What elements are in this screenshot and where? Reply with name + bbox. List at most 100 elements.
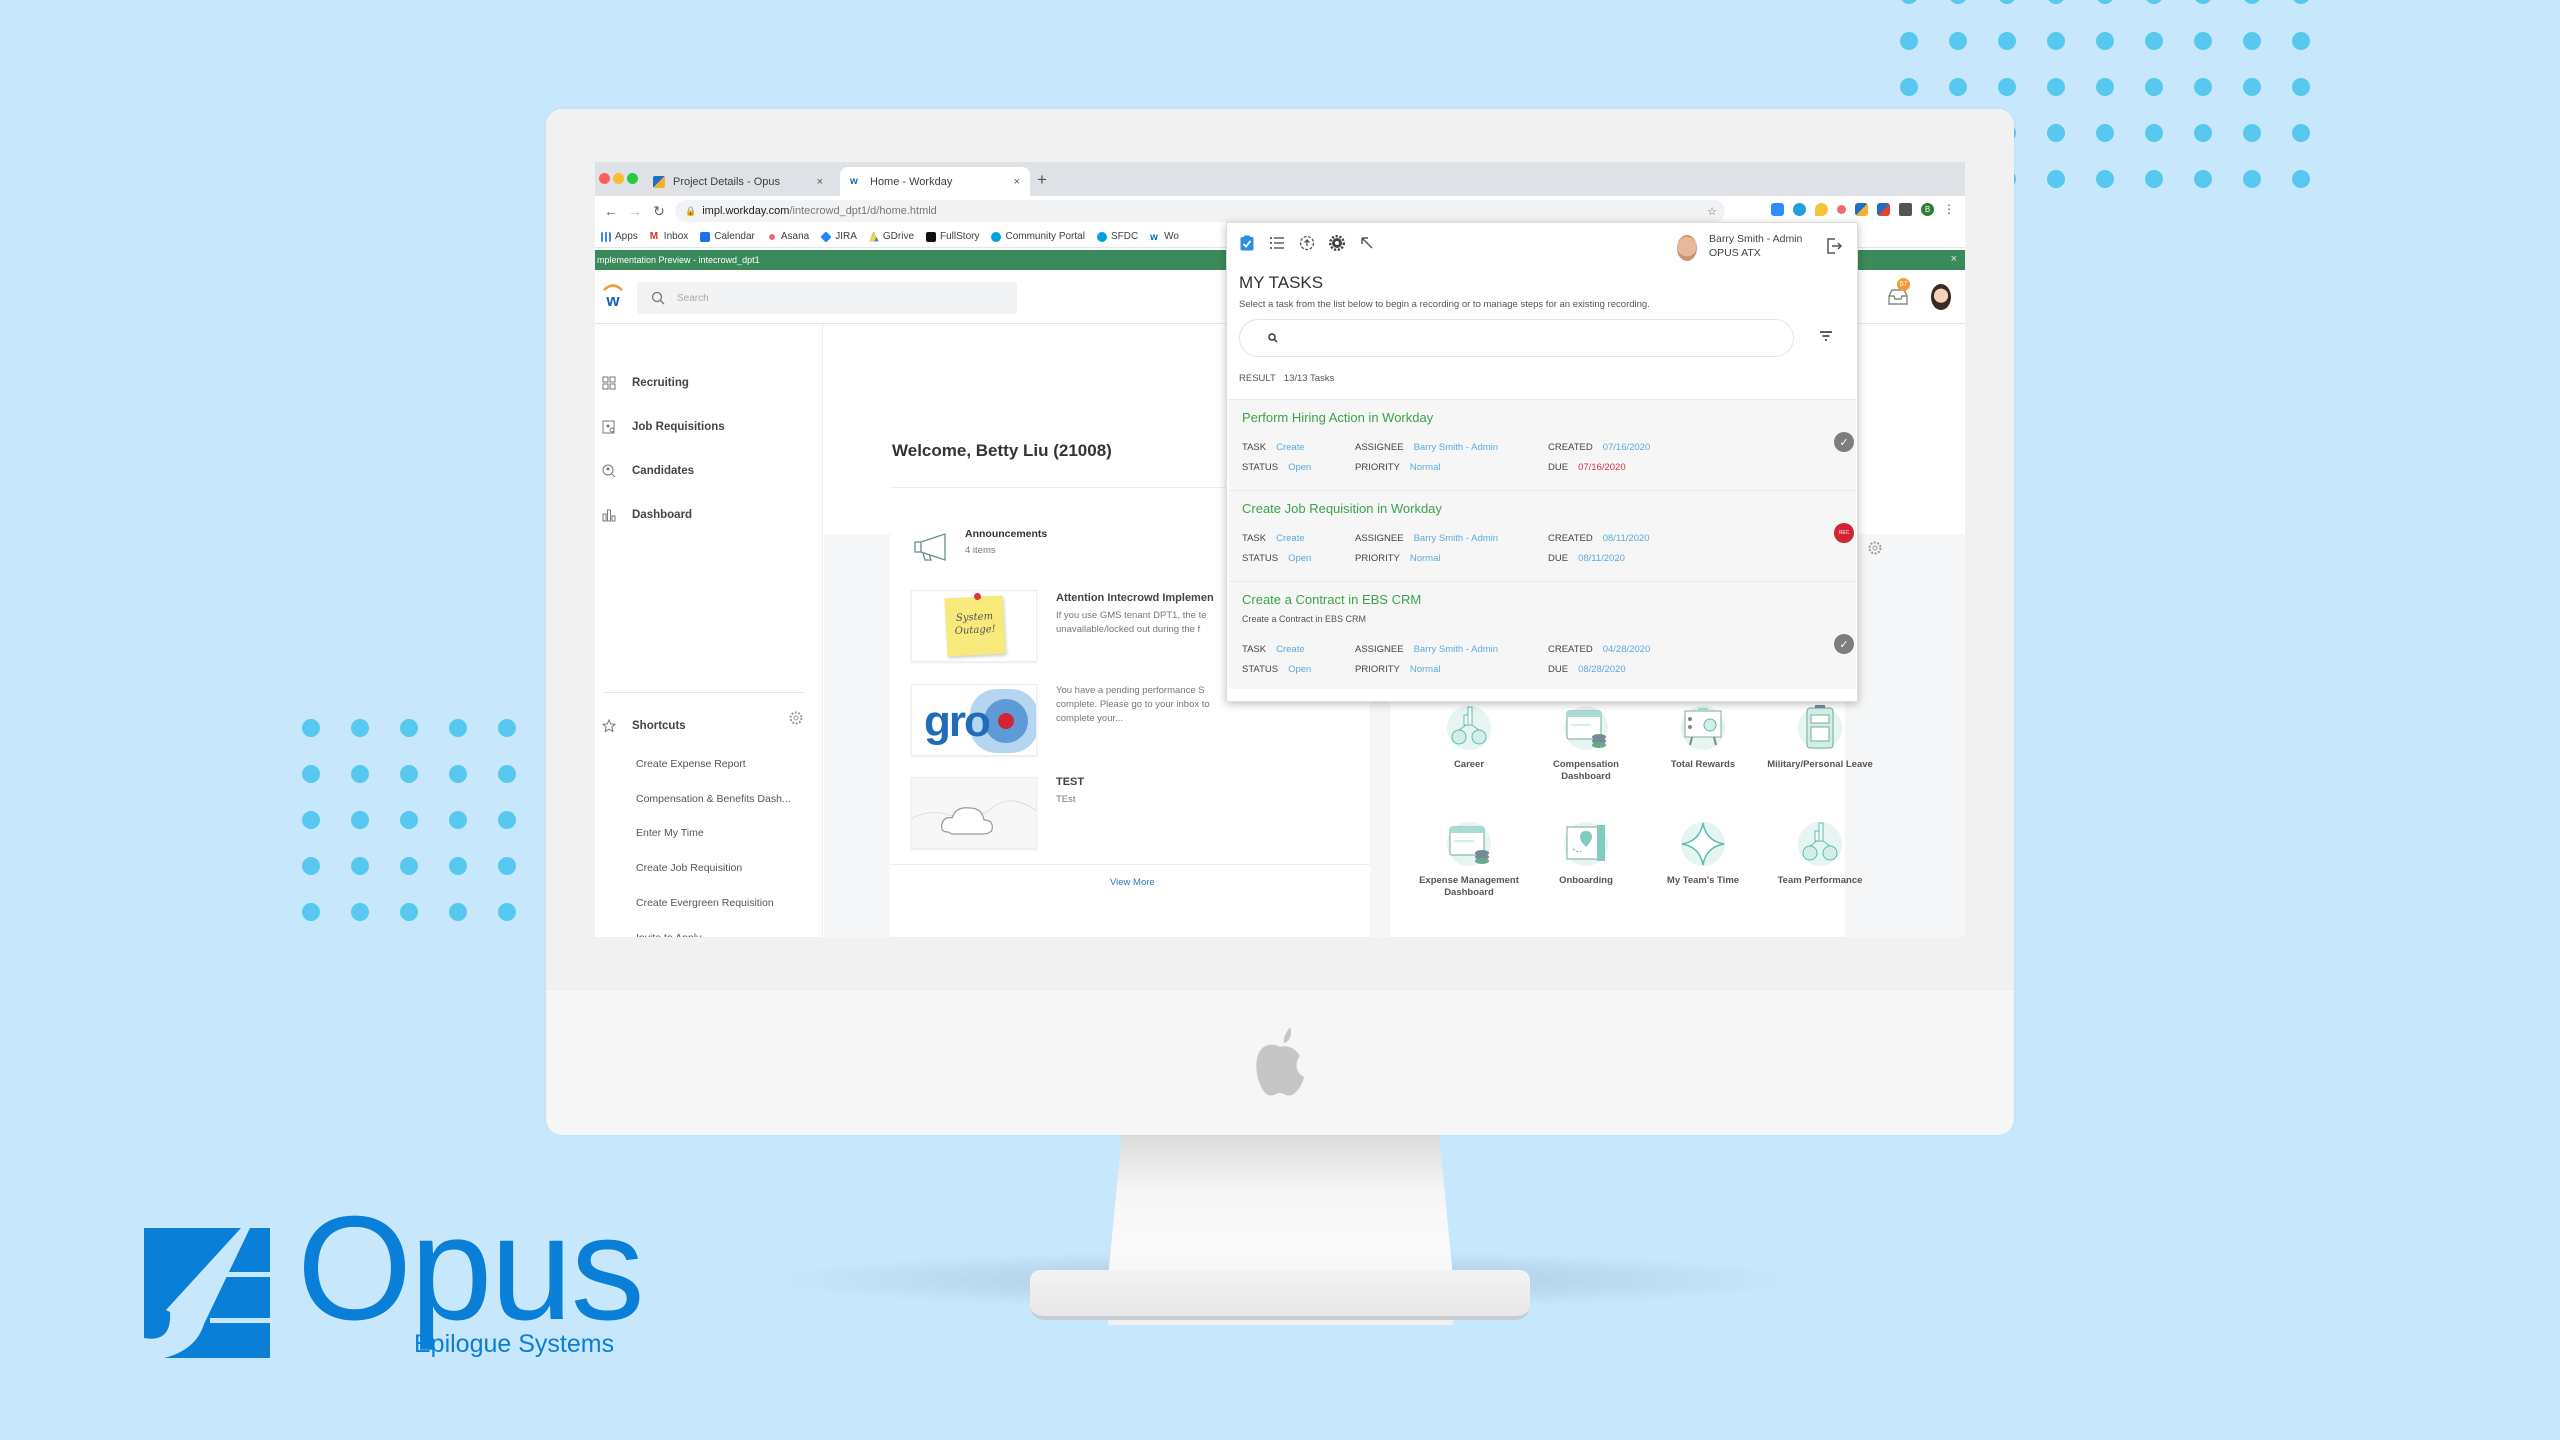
tasks-clipboard-icon[interactable] — [1239, 235, 1255, 251]
maximize-window-button[interactable] — [627, 173, 638, 184]
app-tile[interactable]: Team Performance — [1765, 819, 1875, 887]
list-icon[interactable] — [1269, 235, 1285, 251]
app-label: Military/Personal Leave — [1767, 759, 1873, 770]
announcement-thumbnail[interactable]: System Outage! — [911, 590, 1037, 662]
tab-project-details[interactable]: Project Details - Opus × — [643, 167, 833, 196]
sidebar-item-recruiting[interactable]: Recruiting — [602, 376, 689, 390]
decorative-dot — [1949, 0, 1967, 4]
close-tab-icon[interactable]: × — [1014, 176, 1020, 188]
profile-avatar[interactable]: B — [1921, 202, 1934, 216]
sidebar-item-shortcuts[interactable]: Shortcuts — [602, 719, 686, 733]
megaphone-icon — [914, 533, 946, 561]
bookmark-gdrive[interactable]: GDrive — [868, 231, 914, 242]
task-row[interactable]: Create Job Requisition in Workday TASK Cre… — [1229, 490, 1856, 581]
url-input[interactable]: 🔒 impl.workday.com/intecrowd_dpt1/d/home… — [675, 200, 1725, 222]
logout-icon[interactable] — [1825, 237, 1843, 255]
field-label: DUE — [1548, 664, 1569, 675]
checkmark-icon[interactable]: ✓ — [1834, 432, 1854, 452]
salesforce-extension-icon[interactable] — [1793, 202, 1806, 216]
salesforce-cloud-icon — [1096, 231, 1107, 242]
bookmark-community-portal[interactable]: Community Portal — [991, 231, 1085, 242]
app-tile[interactable]: Military/Personal Leave — [1765, 703, 1875, 771]
app-tile[interactable]: Onboarding — [1531, 819, 1641, 887]
expense-management-icon — [1447, 822, 1491, 866]
field-label: STATUS — [1242, 553, 1279, 564]
app-tile[interactable]: Compensation Dashboard — [1531, 703, 1641, 783]
task-title[interactable]: Create Job Requisition in Workday — [1242, 501, 1442, 516]
reload-icon[interactable]: ↻ — [651, 203, 667, 220]
decorative-dot — [2243, 170, 2261, 188]
bookmark-inbox[interactable]: M Inbox — [649, 231, 688, 242]
task-status: STATUS Open — [1242, 553, 1311, 564]
announcements-title[interactable]: Announcements — [965, 528, 1047, 540]
forward-icon[interactable]: → — [627, 203, 643, 219]
shortcut-item[interactable]: Enter My Time — [636, 827, 704, 839]
shortcut-item[interactable]: Compensation & Benefits Dash... — [636, 793, 791, 805]
bookmark-fullstory[interactable]: FullStory — [926, 231, 979, 242]
close-banner-icon[interactable]: × — [1951, 253, 1957, 265]
app-tile[interactable]: Total Rewards — [1648, 703, 1758, 771]
new-tab-button[interactable]: + — [1037, 170, 1047, 190]
announcement-thumbnail[interactable]: gro — [911, 684, 1037, 756]
decorative-dot — [2145, 78, 2163, 96]
upload-circle-icon[interactable] — [1299, 235, 1315, 251]
apps-settings-gear-icon[interactable] — [1867, 540, 1883, 556]
shortcut-item[interactable]: Create Job Requisition — [636, 862, 742, 874]
search-placeholder: Search — [677, 292, 709, 304]
announcement-title[interactable]: TEST — [1056, 776, 1084, 788]
sidebar-item-candidates[interactable]: Candidates — [602, 464, 694, 478]
shortcut-item[interactable]: Create Evergreen Requisition — [636, 897, 774, 909]
career-icon — [1447, 706, 1491, 750]
pointer-arrow-icon[interactable] — [1359, 235, 1375, 251]
app-tile[interactable]: Career — [1414, 703, 1524, 771]
settings-gear-icon[interactable] — [1329, 235, 1345, 251]
announcement-thumbnail[interactable] — [911, 777, 1037, 849]
view-more-link[interactable]: View More — [1110, 877, 1155, 888]
minimize-window-button[interactable] — [613, 173, 624, 184]
app-tile[interactable]: My Team's Time — [1648, 819, 1758, 887]
inbox-icon[interactable] — [1887, 288, 1909, 306]
bookmark-asana[interactable]: Asana — [766, 231, 809, 242]
task-title[interactable]: Create a Contract in EBS CRM — [1242, 592, 1421, 607]
keep-extension-icon[interactable] — [1815, 202, 1828, 216]
record-icon[interactable]: REC — [1834, 523, 1854, 543]
task-search-input[interactable] — [1239, 319, 1794, 357]
opus-extension-icon[interactable] — [1855, 202, 1868, 216]
bookmark-star-icon[interactable]: ☆ — [1707, 205, 1717, 218]
zoom-extension-icon[interactable] — [1771, 202, 1784, 216]
search-icon — [1268, 333, 1278, 343]
user-avatar[interactable] — [1931, 284, 1951, 310]
sidebar-item-dashboard[interactable]: Dashboard — [602, 508, 692, 522]
back-icon[interactable]: ← — [603, 203, 619, 219]
bookmark-workday[interactable]: w Wo — [1150, 231, 1179, 243]
field-value: Open — [1288, 664, 1312, 675]
browser-menu-icon[interactable]: ⋮ — [1943, 202, 1955, 216]
app-tile[interactable]: Expense Management Dashboard — [1414, 819, 1524, 899]
sidebar-item-job-requisitions[interactable]: Job Requisitions — [602, 420, 725, 434]
announcement-title[interactable]: Attention Intecrowd Implemen — [1056, 592, 1214, 604]
opus-recorder-extension-icon[interactable] — [1877, 202, 1890, 216]
checkmark-icon[interactable]: ✓ — [1834, 634, 1854, 654]
workday-logo-icon[interactable]: w — [601, 282, 625, 310]
task-row[interactable]: Create a Contract in EBS CRM Create a Con… — [1229, 581, 1856, 689]
task-title[interactable]: Perform Hiring Action in Workday — [1242, 410, 1433, 425]
decorative-dot — [498, 811, 516, 829]
task-row[interactable]: Perform Hiring Action in Workday TASK Crea… — [1229, 399, 1856, 490]
decorative-dot — [302, 719, 320, 737]
bookmark-calendar[interactable]: Calendar — [700, 231, 755, 242]
puzzle-extension-icon[interactable] — [1899, 202, 1912, 216]
shortcut-item[interactable]: Invite to Apply — [636, 932, 701, 938]
asana-extension-icon[interactable] — [1837, 204, 1846, 214]
workday-search-input[interactable]: Search — [637, 282, 1017, 314]
close-tab-icon[interactable]: × — [817, 176, 823, 188]
field-label: CREATED — [1548, 533, 1593, 544]
tab-workday-home[interactable]: w Home - Workday × — [840, 167, 1030, 196]
bookmark-apps[interactable]: Apps — [601, 231, 638, 242]
bookmark-sfdc[interactable]: SFDC — [1096, 231, 1138, 242]
bookmark-jira[interactable]: JIRA — [820, 230, 857, 243]
shortcuts-settings-gear-icon[interactable] — [788, 710, 804, 726]
close-window-button[interactable] — [599, 173, 610, 184]
app-label: Compensation Dashboard — [1553, 759, 1619, 782]
shortcut-item[interactable]: Create Expense Report — [636, 758, 746, 770]
filter-icon[interactable] — [1818, 328, 1834, 344]
